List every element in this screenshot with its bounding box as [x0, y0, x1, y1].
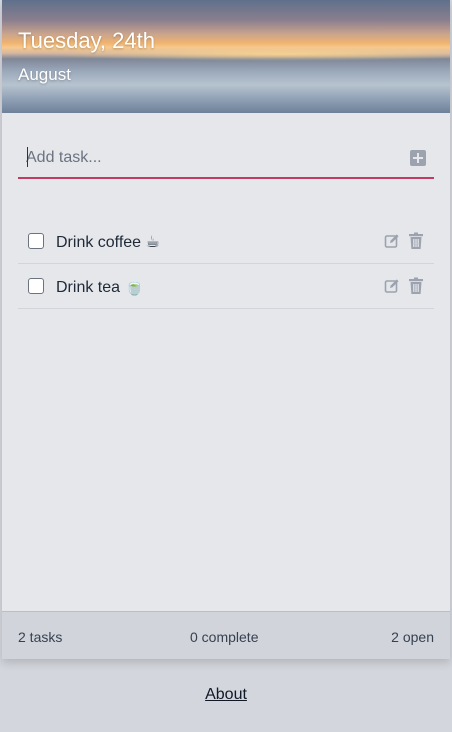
- open-tasks-count: 2 open: [391, 629, 434, 645]
- header-day: Tuesday, 24th: [18, 28, 155, 53]
- trash-icon[interactable]: [408, 277, 424, 295]
- add-task-input[interactable]: [26, 147, 396, 169]
- task-label: Drink tea 🍵: [56, 279, 145, 296]
- todo-app: Tuesday, 24th August Drink coffee ☕: [2, 0, 450, 659]
- header-month: August: [18, 65, 71, 84]
- text-caret: [27, 147, 28, 167]
- task-checkbox[interactable]: [28, 233, 44, 249]
- task-row: Drink tea 🍵: [18, 264, 434, 309]
- total-tasks-count: 2 tasks: [18, 629, 63, 645]
- complete-tasks-count: 0 complete: [190, 629, 259, 645]
- task-label: Drink coffee ☕: [56, 234, 160, 251]
- edit-icon[interactable]: [384, 278, 400, 294]
- header-banner: Tuesday, 24th August: [2, 0, 450, 113]
- plus-square-icon[interactable]: [410, 150, 426, 166]
- task-checkbox[interactable]: [28, 278, 44, 294]
- add-task-row: [18, 138, 434, 179]
- task-summary-footer: 2 tasks 0 complete 2 open: [2, 611, 450, 659]
- task-row: Drink coffee ☕: [18, 219, 434, 264]
- trash-icon[interactable]: [408, 232, 424, 250]
- edit-icon[interactable]: [384, 233, 400, 249]
- task-list: Drink coffee ☕ Drink tea 🍵: [18, 219, 434, 309]
- about-link[interactable]: About: [0, 686, 452, 704]
